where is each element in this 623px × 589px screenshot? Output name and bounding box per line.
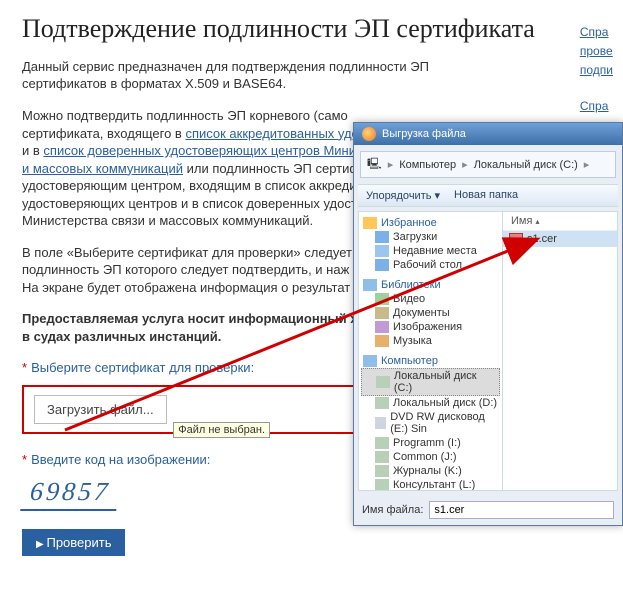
certificate-icon: [509, 233, 523, 245]
tree-drive-i[interactable]: Programm (I:): [361, 436, 500, 450]
tree-images[interactable]: Изображения: [361, 320, 500, 334]
page-title: Подтверждение подлинности ЭП сертификата: [22, 14, 623, 44]
intro-paragraph: Данный сервис предназначен для подтвержд…: [22, 58, 442, 93]
computer-icon: 🖳: [367, 155, 382, 174]
no-file-tooltip: Файл не выбран.: [173, 422, 270, 438]
side-link-3[interactable]: подпи: [580, 63, 613, 77]
tree-video[interactable]: Видео: [361, 292, 500, 306]
tree-docs[interactable]: Документы: [361, 306, 500, 320]
dialog-titlebar[interactable]: Выгрузка файла: [354, 123, 622, 145]
tree-music[interactable]: Музыка: [361, 334, 500, 348]
breadcrumb[interactable]: 🖳 ▸ Компьютер ▸ Локальный диск (C:) ▸: [360, 151, 616, 178]
file-list-header[interactable]: Имя ▴: [503, 212, 617, 231]
filename-label: Имя файла:: [362, 504, 423, 516]
dialog-toolbar: Упорядочить ▾ Новая папка: [358, 184, 618, 207]
submit-button[interactable]: Проверить: [22, 529, 125, 556]
favorites-group[interactable]: Избранное: [361, 216, 500, 230]
new-folder-button[interactable]: Новая папка: [454, 189, 518, 202]
organize-button[interactable]: Упорядочить ▾: [366, 189, 440, 202]
side-link-1[interactable]: Спра: [580, 25, 609, 39]
side-link-2[interactable]: прове: [580, 44, 613, 58]
tree-downloads[interactable]: Загрузки: [361, 230, 500, 244]
upload-file-button[interactable]: Загрузить файл...: [34, 395, 167, 424]
folder-tree[interactable]: Избранное Загрузки Недавние места Рабочи…: [358, 211, 503, 491]
tree-recent[interactable]: Недавние места: [361, 244, 500, 258]
libraries-group[interactable]: Библиотеки: [361, 278, 500, 292]
tree-drive-c[interactable]: Локальный диск (C:): [361, 368, 500, 396]
file-list-pane[interactable]: Имя ▴ s1.cer: [503, 211, 618, 491]
dialog-footer: Имя файла:: [354, 495, 622, 525]
firefox-icon: [362, 127, 376, 141]
tree-drive-d[interactable]: Локальный диск (D:): [361, 396, 500, 410]
computer-group[interactable]: Компьютер: [361, 354, 500, 368]
accredited-link[interactable]: список аккредитованных удо: [185, 126, 358, 141]
upload-highlight-box: Загрузить файл... Файл не выбран.: [22, 385, 362, 434]
tree-desktop[interactable]: Рабочий стол: [361, 258, 500, 272]
tree-drive-l[interactable]: Консультант (L:): [361, 478, 500, 491]
trusted-centers-link[interactable]: список доверенных удостоверяющих центров…: [43, 143, 362, 158]
captcha-image: 69857: [20, 477, 120, 511]
tree-drive-j[interactable]: Common (J:): [361, 450, 500, 464]
tree-drive-dvd[interactable]: DVD RW дисковод (E:) Sin: [361, 410, 500, 436]
side-link-4[interactable]: Спра: [580, 99, 609, 113]
tree-drive-k[interactable]: Журналы (K:): [361, 464, 500, 478]
filename-input[interactable]: [429, 501, 614, 519]
dialog-title-text: Выгрузка файла: [382, 128, 466, 140]
mass-comm-link[interactable]: и массовых коммуникаций: [22, 161, 183, 176]
file-upload-dialog: Выгрузка файла 🖳 ▸ Компьютер ▸ Локальный…: [353, 122, 623, 526]
file-item-s1cer[interactable]: s1.cer: [503, 231, 617, 247]
